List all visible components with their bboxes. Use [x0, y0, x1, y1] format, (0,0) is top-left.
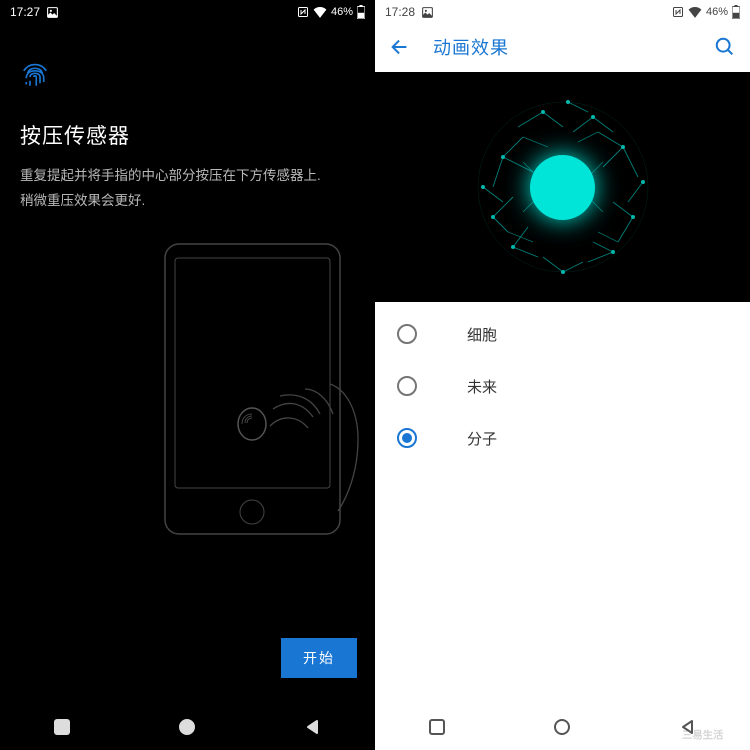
radio-icon [397, 324, 417, 344]
options-list: 细胞 未来 分子 [375, 302, 750, 704]
app-bar: 动画效果 [375, 22, 750, 72]
wifi-icon [313, 6, 327, 18]
svg-text:三易生活: 三易生活 [682, 729, 724, 742]
nav-recent-icon[interactable] [429, 719, 445, 735]
radio-icon [397, 428, 417, 448]
option-molecule[interactable]: 分子 [375, 412, 750, 464]
phone-illustration [20, 214, 355, 704]
instruction-text: 重复提起并将手指的中心部分按压在下方传感器上. 稍微重压效果会更好. [20, 164, 355, 214]
nav-home-icon[interactable] [553, 718, 571, 736]
option-future[interactable]: 未来 [375, 360, 750, 412]
battery-percent: 46% [706, 6, 728, 18]
status-bar-left: 17:27 46% [0, 0, 375, 22]
picture-icon [46, 6, 59, 19]
nav-home-icon[interactable] [178, 718, 196, 736]
option-label: 细胞 [467, 324, 497, 345]
navigation-bar [0, 704, 375, 750]
nfc-icon [672, 6, 684, 18]
radio-icon [397, 376, 417, 396]
page-title: 按压传感器 [20, 120, 355, 150]
battery-icon [357, 5, 365, 19]
status-time: 17:28 [385, 5, 415, 19]
status-bar-right: 17:28 46% [375, 0, 750, 22]
animation-preview [375, 72, 750, 302]
status-time: 17:27 [10, 5, 40, 19]
option-label: 分子 [467, 428, 497, 449]
start-button[interactable]: 开始 [281, 638, 357, 678]
search-icon[interactable] [714, 36, 736, 58]
option-cell[interactable]: 细胞 [375, 308, 750, 360]
nav-recent-icon[interactable] [54, 719, 70, 735]
battery-icon [732, 5, 740, 19]
option-label: 未来 [467, 376, 497, 397]
wifi-icon [688, 6, 702, 18]
back-arrow-icon[interactable] [389, 36, 411, 58]
picture-icon [421, 6, 434, 19]
battery-percent: 46% [331, 6, 353, 18]
watermark: 三易生活 [682, 726, 744, 744]
app-bar-title: 动画效果 [433, 34, 714, 60]
nfc-icon [297, 6, 309, 18]
molecule-core-icon [530, 155, 595, 220]
nav-back-icon[interactable] [305, 719, 321, 735]
fingerprint-icon [20, 62, 50, 92]
